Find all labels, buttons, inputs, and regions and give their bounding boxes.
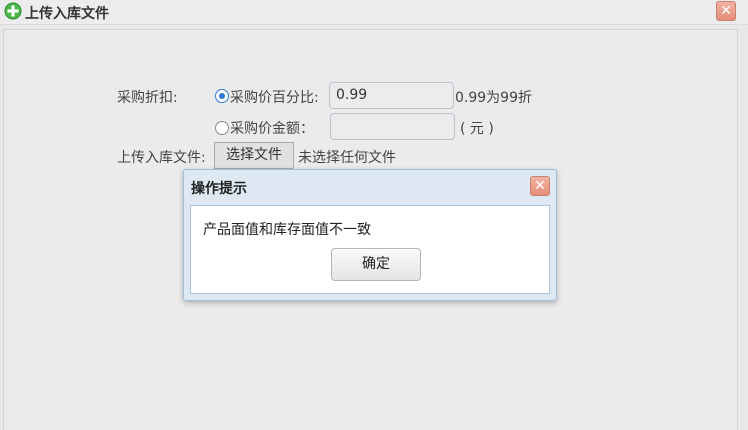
upload-label: 上传入库文件:: [117, 150, 206, 166]
plus-circle-icon: [4, 2, 22, 20]
amount-unit: ( 元 ): [460, 121, 494, 137]
window-close-button[interactable]: ✕: [716, 1, 736, 21]
choose-file-button[interactable]: 选择文件: [214, 142, 294, 169]
percent-option-label: 采购价百分比:: [230, 90, 319, 106]
percent-radio[interactable]: [215, 89, 229, 103]
ok-button[interactable]: 确定: [331, 248, 421, 281]
amount-option-label: 采购价金额：: [230, 121, 314, 137]
percent-hint: 0.99为99折: [455, 90, 532, 106]
dialog-body: 产品面值和库存面值不一致 确定: [190, 205, 550, 294]
dialog-message: 产品面值和库存面值不一致: [203, 222, 371, 238]
window-title: 上传入库文件: [25, 6, 109, 22]
close-icon: ✕: [720, 3, 732, 19]
discount-label: 采购折扣:: [117, 90, 178, 106]
amount-radio[interactable]: [215, 121, 229, 135]
no-file-text: 未选择任何文件: [298, 150, 396, 166]
amount-input[interactable]: [330, 113, 455, 140]
dialog-title: 操作提示: [191, 181, 247, 197]
alert-dialog: 操作提示 ✕ 产品面值和库存面值不一致 确定: [183, 169, 557, 301]
window-titlebar: 上传入库文件 ✕: [0, 0, 748, 25]
dialog-close-button[interactable]: ✕: [530, 176, 550, 196]
close-icon: ✕: [534, 178, 546, 194]
percent-input[interactable]: 0.99: [329, 82, 454, 109]
